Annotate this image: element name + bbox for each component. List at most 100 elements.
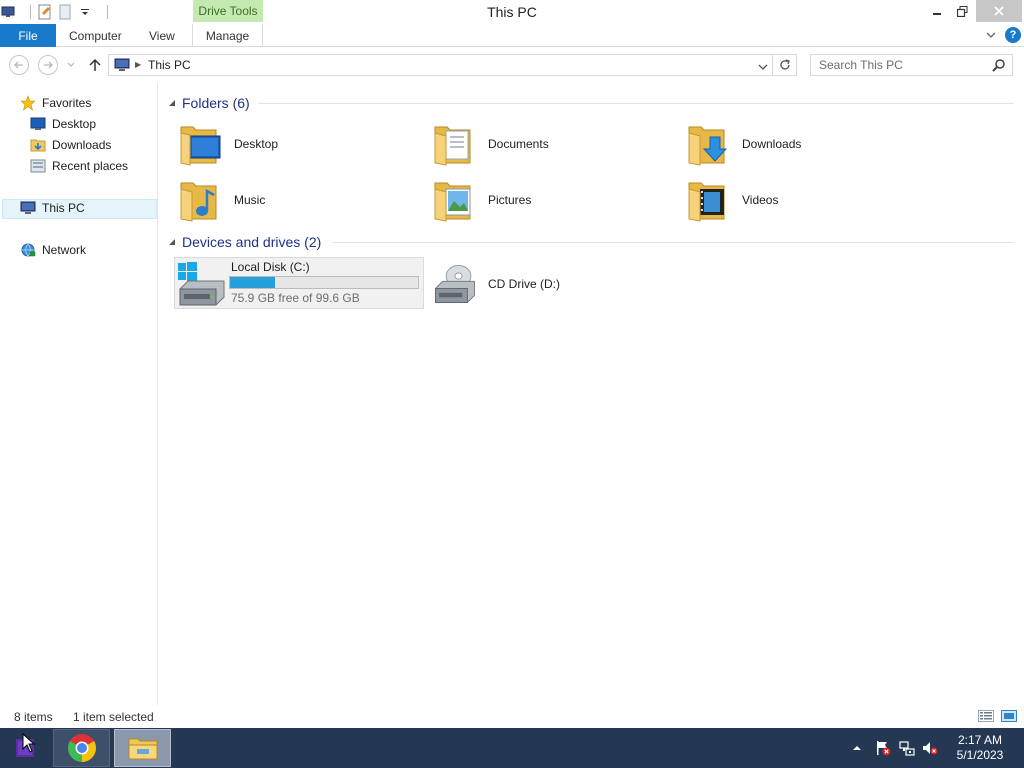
this-pc-window-icon[interactable]	[0, 4, 16, 20]
group-divider	[332, 242, 1014, 243]
expand-ribbon-chevron-icon[interactable]	[984, 28, 998, 42]
drive-label: CD Drive (D:)	[488, 277, 560, 291]
item-count: 8 items	[14, 710, 53, 724]
large-icons-view-icon[interactable]	[1001, 709, 1017, 723]
back-button[interactable]	[9, 55, 29, 75]
tab-view[interactable]: View	[149, 24, 175, 47]
up-button[interactable]	[86, 55, 104, 75]
collapse-triangle-icon	[169, 100, 175, 106]
close-button[interactable]	[976, 0, 1022, 22]
drive-label: Local Disk (C:)	[231, 260, 310, 274]
nav-item-this-pc[interactable]: This PC	[20, 198, 85, 218]
folder-label: Pictures	[488, 193, 532, 207]
forward-button[interactable]	[38, 55, 58, 75]
volume-muted-icon[interactable]	[921, 740, 939, 756]
content-pane: Folders (6) Desktop Documents Downloads …	[160, 83, 1024, 705]
taskbar-app-file-explorer[interactable]	[114, 729, 171, 767]
quick-access-toolbar	[0, 3, 114, 21]
collapse-triangle-icon	[169, 239, 175, 245]
network-status-icon[interactable]	[898, 740, 916, 756]
search-icon[interactable]	[992, 58, 1006, 75]
chrome-icon	[67, 734, 96, 762]
drive-usage-fill	[230, 277, 275, 288]
this-pc-icon	[113, 58, 131, 75]
title-bar: Drive Tools This PC	[0, 0, 1024, 24]
nav-item-label: Network	[42, 243, 87, 257]
nav-item-label: This PC	[42, 201, 85, 215]
tab-file[interactable]: File	[0, 24, 56, 47]
close-icon	[994, 6, 1004, 16]
tab-computer[interactable]: Computer	[69, 24, 122, 47]
minimize-button[interactable]	[925, 0, 949, 22]
refresh-button[interactable]	[773, 54, 797, 76]
local-disk-windows-icon	[176, 261, 228, 310]
folder-tile-downloads[interactable]: Downloads	[672, 117, 922, 171]
window-title: This PC	[487, 4, 537, 20]
documents-folder-icon	[432, 121, 478, 167]
back-arrow-icon	[14, 61, 23, 69]
this-pc-icon	[20, 200, 36, 216]
clock-time: 2:17 AM	[957, 733, 1003, 747]
properties-icon[interactable]	[37, 4, 53, 20]
nav-favorites-label: Favorites	[42, 96, 92, 110]
action-center-flag-icon[interactable]	[874, 740, 892, 756]
search-placeholder: Search This PC	[819, 58, 903, 72]
file-explorer-icon	[128, 738, 157, 760]
ribbon-tabs: File Computer View Manage ?	[0, 24, 1024, 47]
drive-tile-cd-drive-d[interactable]: CD Drive (D:)	[418, 257, 668, 311]
downloads-folder-icon	[686, 121, 732, 167]
customize-toolbar-dropdown-icon[interactable]	[77, 4, 93, 20]
folder-label: Music	[234, 193, 266, 207]
folders-group-header[interactable]: Folders (6)	[168, 93, 250, 113]
folder-tile-videos[interactable]: Videos	[672, 173, 922, 227]
breadcrumb-separator-icon[interactable]: ▶	[135, 60, 141, 69]
nav-item-network[interactable]: Network	[20, 240, 86, 260]
nav-favorites[interactable]: Favorites	[20, 93, 91, 113]
taskbar-app-chrome[interactable]	[53, 729, 110, 767]
drive-tools-context-label: Drive Tools	[193, 0, 263, 22]
taskbar: 2:17 AM 5/1/2023	[0, 728, 1024, 768]
breadcrumb-this-pc[interactable]: This PC	[148, 58, 191, 72]
nav-item-label: Downloads	[52, 138, 112, 152]
help-icon[interactable]: ?	[1005, 27, 1021, 43]
nav-item-label: Desktop	[52, 117, 97, 131]
folder-tile-documents[interactable]: Documents	[418, 117, 668, 171]
up-arrow-icon	[89, 58, 101, 71]
tab-manage[interactable]: Manage	[192, 24, 263, 47]
toolbar-separator	[30, 5, 31, 19]
new-folder-icon[interactable]	[57, 4, 73, 20]
taskbar-clock[interactable]: 2:17 AM 5/1/2023	[950, 733, 1010, 763]
folder-tile-desktop[interactable]: Desktop	[164, 117, 414, 171]
restore-button[interactable]	[950, 0, 974, 22]
search-input[interactable]: Search This PC	[810, 54, 1013, 76]
nav-item-recent-places[interactable]: Recent places	[30, 156, 128, 176]
recent-places-icon	[30, 158, 46, 174]
desktop-icon	[30, 116, 46, 132]
nav-item-label: Recent places	[52, 159, 129, 173]
status-bar: 8 items 1 item selected	[0, 705, 1024, 728]
navigation-pane: Favorites Desktop Downloads Recent place…	[0, 83, 158, 705]
videos-folder-icon	[686, 177, 732, 223]
chevron-up-icon	[853, 746, 861, 750]
folder-tile-pictures[interactable]: Pictures	[418, 173, 668, 227]
details-view-icon[interactable]	[978, 709, 994, 723]
nav-item-downloads[interactable]: Downloads	[30, 135, 111, 155]
address-history-dropdown-icon[interactable]	[758, 60, 768, 74]
cd-drive-icon	[432, 261, 478, 307]
navigation-bar: ▶ This PC Search This PC	[0, 48, 1024, 82]
nav-item-desktop[interactable]: Desktop	[30, 114, 96, 134]
group-divider	[258, 103, 1014, 104]
drives-group-header[interactable]: Devices and drives (2)	[168, 232, 321, 252]
drive-usage-bar	[229, 276, 419, 289]
recent-locations-dropdown-icon[interactable]	[66, 60, 76, 70]
address-bar[interactable]: ▶ This PC	[108, 54, 773, 76]
toolbar-separator	[107, 5, 108, 19]
mouse-cursor-icon	[22, 732, 36, 756]
music-folder-icon	[178, 177, 224, 223]
folder-label: Downloads	[742, 137, 802, 151]
refresh-icon	[779, 59, 790, 70]
selection-count: 1 item selected	[73, 710, 154, 724]
pictures-folder-icon	[432, 177, 478, 223]
show-hidden-icons-button[interactable]	[850, 740, 864, 756]
folder-tile-music[interactable]: Music	[164, 173, 414, 227]
